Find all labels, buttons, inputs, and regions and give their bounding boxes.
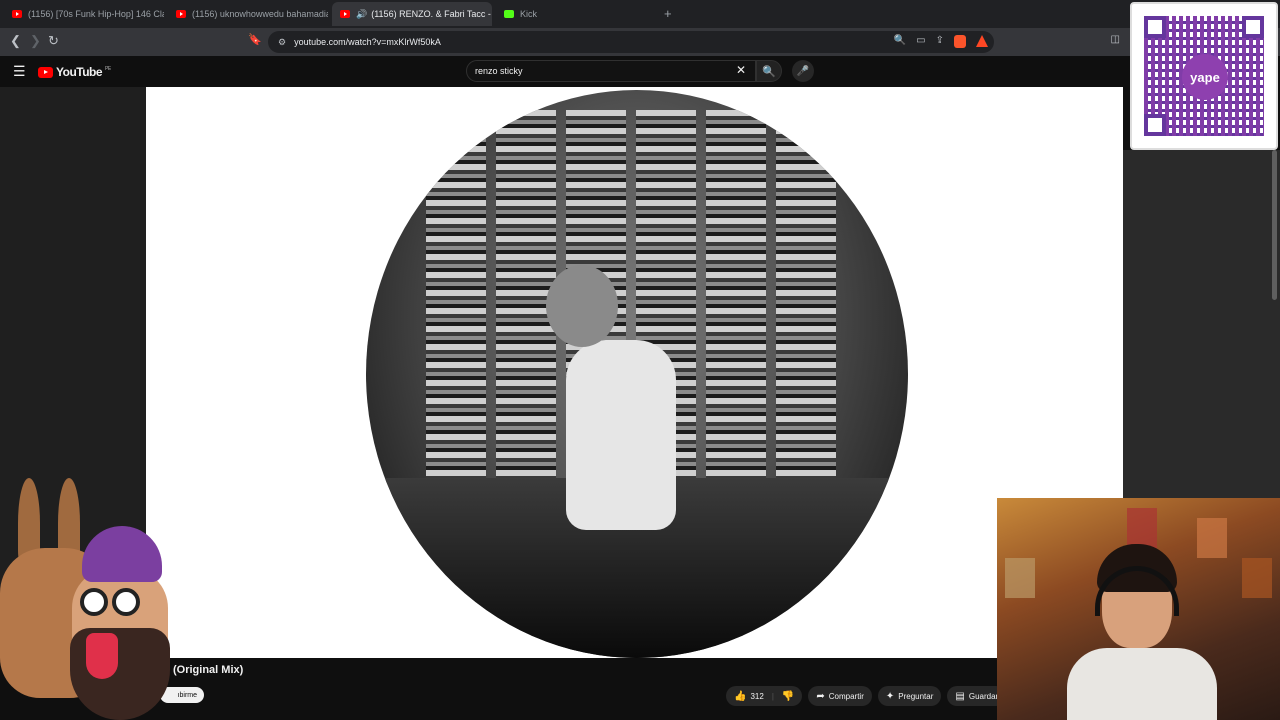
glasses-lens	[112, 588, 140, 616]
wall-poster	[1242, 558, 1272, 598]
wall-poster	[1197, 518, 1227, 558]
tab-label: (1156) [70s Funk Hip-Hop] 146 Class	[28, 9, 164, 19]
thumbs-up-icon[interactable]: 👍	[734, 691, 746, 702]
tab-label: (1156) uknowhowwedu bahamadia i	[192, 9, 328, 19]
subscribe-label: ıbirme	[177, 691, 197, 699]
kick-favicon-icon	[504, 10, 514, 18]
machine-rack	[776, 110, 836, 490]
browser-tab-bar: (1156) [70s Funk Hip-Hop] 146 Class (115…	[0, 0, 1280, 28]
bookmark-icon[interactable]: 🔖	[248, 33, 262, 46]
brave-shields-icon[interactable]	[954, 35, 966, 48]
save-playlist-icon: ▤	[955, 690, 965, 702]
tab-kick[interactable]: Kick	[496, 2, 656, 26]
share-icon: ➦	[816, 690, 825, 702]
save-label: Guardar	[968, 691, 999, 701]
search-icon: 🔍	[762, 65, 776, 78]
voice-search-button[interactable]: 🎤	[792, 60, 814, 82]
qr-finder	[1144, 16, 1166, 38]
youtube-header: ☰ YouTube PE renzo sticky ✕ 🔍 🎤	[0, 56, 1130, 87]
streamer-person	[1067, 538, 1217, 720]
wall-poster	[1005, 558, 1035, 598]
video-player[interactable]	[146, 87, 1123, 658]
youtube-logo-text: YouTube	[56, 65, 103, 79]
brave-rewards-icon[interactable]	[976, 35, 988, 47]
sparkle-icon: ✦	[885, 690, 895, 702]
youtube-favicon-icon	[176, 10, 186, 18]
video-actions: 👍 312 | 👎 ➦ Compartir ✦ Preguntar ▤ Guar…	[726, 686, 1007, 706]
thumbs-down-icon[interactable]: 👎	[782, 691, 794, 702]
tab-renzo-active[interactable]: 🔊 (1156) RENZO. & Fabri Tacc - ✕	[332, 2, 492, 26]
avatar-tongue	[86, 633, 118, 679]
search-input[interactable]: renzo sticky	[466, 60, 756, 82]
ask-label: Preguntar	[898, 691, 934, 701]
ask-button[interactable]: ✦ Preguntar	[877, 686, 942, 706]
operator-head	[546, 265, 618, 347]
zoom-icon[interactable]: 🔍	[894, 35, 906, 48]
webcam-overlay	[997, 498, 1280, 720]
search-value[interactable]: renzo sticky	[475, 66, 523, 76]
qr-pattern: yape	[1144, 16, 1264, 136]
qr-finder	[1144, 114, 1166, 136]
share-button[interactable]: ➦ Compartir	[808, 686, 872, 706]
sidebar-icon[interactable]: ◫	[1111, 34, 1120, 45]
omnibox-icons: 🔍 ▭ ⇪	[894, 35, 988, 48]
qr-finder	[1242, 16, 1264, 38]
streamer-avatar-overlay	[0, 478, 180, 720]
tab-label: Kick	[520, 9, 538, 19]
region-code: PE	[105, 66, 111, 72]
tab-bahamadia[interactable]: (1156) uknowhowwedu bahamadia i	[168, 2, 328, 26]
search-button[interactable]: 🔍	[756, 60, 782, 82]
share-label: Compartir	[828, 691, 864, 701]
forward-icon[interactable]: ❯	[30, 33, 41, 49]
youtube-play-icon	[38, 66, 53, 78]
youtube-logo[interactable]: YouTube PE	[38, 65, 111, 79]
glasses-lens	[80, 588, 108, 616]
tab-label: (1156) RENZO. & Fabri Tacc -	[371, 9, 491, 19]
cast-icon[interactable]: ▭	[916, 35, 925, 48]
address-bar[interactable]: ⚙ youtube.com/watch?v=mxKlrWf50kA 🔍 ▭ ⇪	[268, 31, 994, 53]
machine-rack	[426, 110, 486, 490]
tab-funk-hiphop[interactable]: (1156) [70s Funk Hip-Hop] 146 Class	[4, 2, 164, 26]
back-icon[interactable]: ❮	[10, 33, 21, 49]
machine-rack	[706, 110, 766, 490]
hamburger-menu-icon[interactable]: ☰	[13, 63, 26, 80]
like-dislike-button[interactable]: 👍 312 | 👎	[726, 686, 803, 706]
video-thumbnail-artwork	[366, 90, 908, 658]
url-text[interactable]: youtube.com/watch?v=mxKlrWf50kA	[294, 37, 441, 47]
operator-figure	[566, 340, 676, 530]
qr-code-overlay: yape	[1130, 2, 1278, 150]
new-tab-button[interactable]: +	[664, 6, 672, 21]
share-page-icon[interactable]: ⇪	[936, 35, 944, 48]
yape-logo: yape	[1182, 54, 1228, 100]
avatar-beard	[70, 628, 170, 720]
reload-icon[interactable]: ↻	[48, 33, 59, 49]
speaker-icon: 🔊	[356, 8, 368, 19]
video-title: (Original Mix)	[173, 664, 244, 676]
youtube-favicon-icon	[12, 10, 22, 18]
page-scrollbar[interactable]	[1272, 150, 1277, 300]
streamer-hoodie	[1067, 648, 1217, 720]
browser-toolbar: ❮ ❯ ↻ 🔖 ⚙ youtube.com/watch?v=mxKlrWf50k…	[0, 28, 1280, 56]
microphone-icon: 🎤	[796, 65, 810, 77]
like-count: 312	[750, 691, 764, 701]
purple-beanie	[82, 526, 162, 582]
clear-search-icon[interactable]: ✕	[736, 63, 746, 77]
site-info-icon[interactable]: ⚙	[278, 37, 286, 48]
youtube-favicon-icon	[340, 10, 350, 18]
right-background	[1123, 150, 1280, 500]
